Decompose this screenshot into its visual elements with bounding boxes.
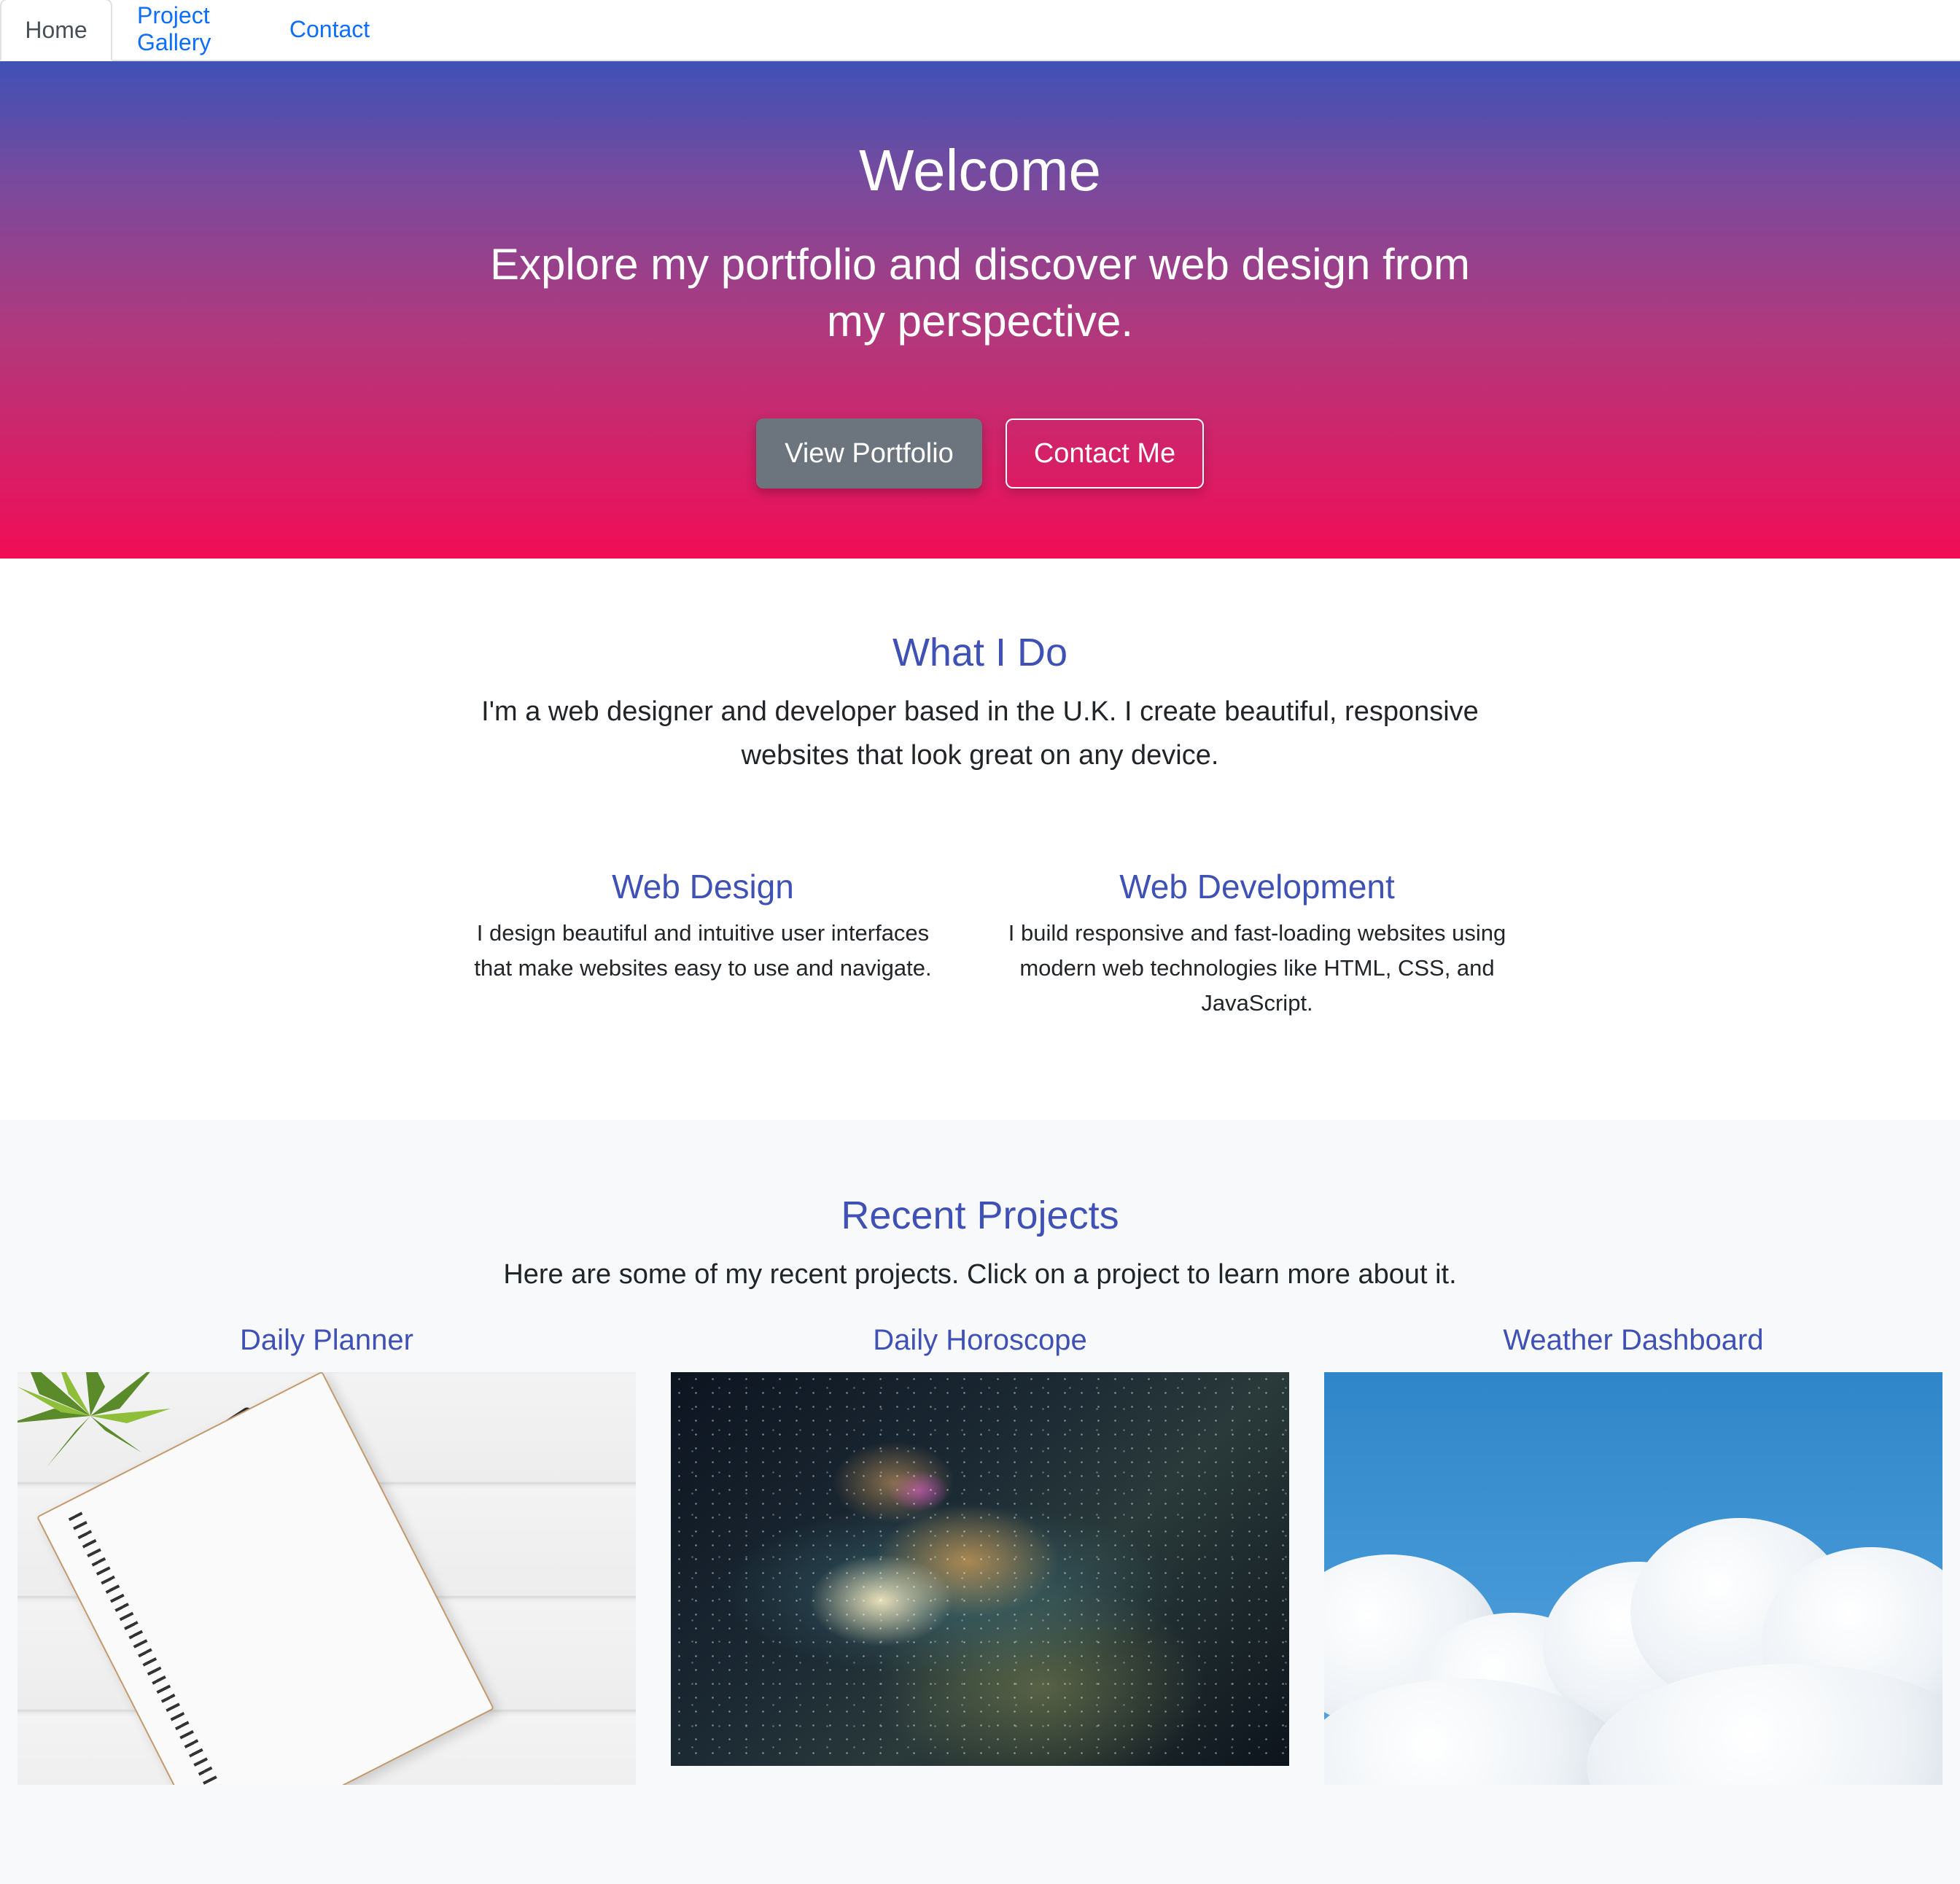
- clouds-photo[interactable]: [1324, 1372, 1942, 1785]
- service-web-design: Web Design I design beautiful and intuit…: [456, 865, 949, 986]
- service-text: I design beautiful and intuitive user in…: [474, 920, 932, 981]
- about-text: I'm a web designer and developer based i…: [481, 696, 1479, 771]
- tab-project-gallery[interactable]: Project Gallery: [112, 0, 270, 60]
- tab-home[interactable]: Home: [0, 0, 112, 61]
- project-title[interactable]: Daily Horoscope: [671, 1317, 1289, 1363]
- notebook-photo[interactable]: [18, 1372, 636, 1785]
- project-card-daily-horoscope[interactable]: Daily Horoscope: [671, 1317, 1289, 1766]
- hero-buttons: View Portfolio Contact Me: [0, 419, 1960, 488]
- about-title: What I Do: [892, 631, 1068, 674]
- view-portfolio-button[interactable]: View Portfolio: [756, 419, 982, 488]
- project-card-daily-planner[interactable]: Daily Planner: [18, 1317, 636, 1785]
- hero-section: Welcome Explore my portfolio and discove…: [0, 61, 1960, 558]
- nav-tabs: Home Project Gallery Contact: [0, 0, 1960, 61]
- project-title[interactable]: Weather Dashboard: [1324, 1317, 1942, 1363]
- project-card-weather-dashboard[interactable]: Weather Dashboard: [1324, 1317, 1942, 1785]
- projects-text: Here are some of my recent projects. Cli…: [503, 1259, 1457, 1290]
- project-title[interactable]: Daily Planner: [18, 1317, 636, 1363]
- service-web-development: Web Development I build responsive and f…: [993, 865, 1521, 1021]
- service-text: I build responsive and fast-loading webs…: [1008, 920, 1506, 1016]
- tab-contact[interactable]: Contact: [283, 0, 376, 60]
- projects-title: Recent Projects: [841, 1194, 1119, 1237]
- hero-title: Welcome: [859, 138, 1101, 203]
- notebook-spiral: [68, 1511, 241, 1785]
- service-title: Web Development: [1119, 868, 1395, 906]
- hero-subtitle: Explore my portfolio and discover web de…: [490, 240, 1470, 346]
- about-section: What I Do I'm a web designer and develop…: [0, 558, 1960, 1120]
- contact-me-button[interactable]: Contact Me: [1006, 419, 1204, 488]
- milky-way-photo[interactable]: [671, 1372, 1289, 1766]
- projects-section: Recent Projects Here are some of my rece…: [0, 1120, 1960, 1884]
- service-title: Web Design: [612, 868, 794, 906]
